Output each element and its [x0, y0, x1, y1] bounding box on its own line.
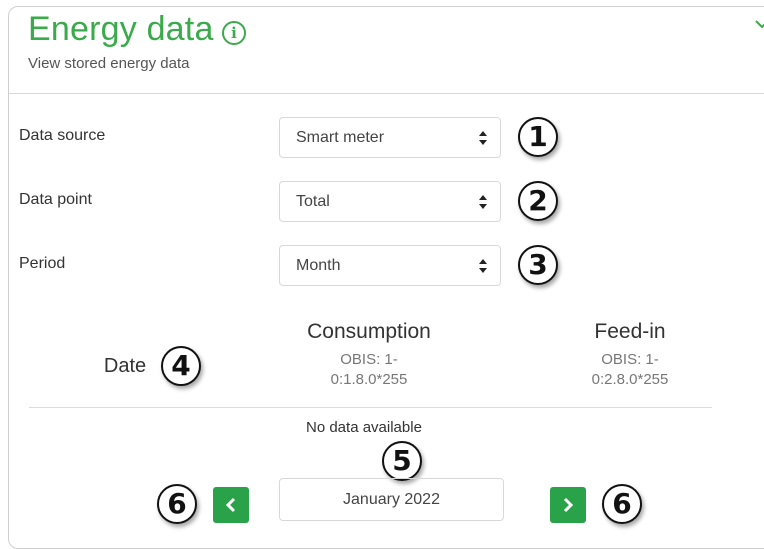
- chevron-left-icon: [225, 497, 236, 513]
- empty-table-message: No data available: [306, 419, 422, 436]
- page-subtitle: View stored energy data: [28, 55, 190, 72]
- info-icon[interactable]: i: [222, 21, 246, 45]
- callout-2: 2: [518, 181, 558, 221]
- previous-period-button[interactable]: [213, 487, 249, 523]
- select-arrows-icon: [479, 195, 487, 209]
- data-source-value: Smart meter: [296, 129, 385, 146]
- consumption-obis-line2: 0:1.8.0*255: [330, 371, 408, 388]
- feedin-obis-line2: 0:2.8.0*255: [591, 371, 669, 388]
- data-source-select[interactable]: Smart meter: [279, 117, 501, 158]
- callout-4: 4: [161, 346, 201, 386]
- callout-6-right: 6: [602, 484, 642, 524]
- feedin-obis: OBIS: 1- 0:2.8.0*255: [537, 350, 723, 390]
- period-select[interactable]: Month: [279, 245, 501, 286]
- consumption-obis: OBIS: 1- 0:1.8.0*255: [276, 350, 462, 390]
- column-header-feedin: Feed-in: [594, 320, 666, 343]
- column-header-date: Date: [103, 355, 147, 377]
- select-arrows-icon: [479, 259, 487, 273]
- data-point-label: Data point: [19, 191, 92, 208]
- chevron-down-icon[interactable]: [755, 13, 764, 34]
- callout-6-left: 6: [157, 484, 197, 524]
- callout-1: 1: [518, 117, 558, 157]
- select-arrows-icon: [479, 131, 487, 145]
- period-value: Month: [296, 257, 341, 274]
- data-source-label: Data source: [19, 127, 106, 144]
- callout-3: 3: [518, 245, 558, 285]
- column-header-consumption: Consumption: [307, 320, 431, 343]
- card-header: Energy data i View stored energy data: [9, 7, 764, 94]
- data-point-value: Total: [296, 193, 330, 210]
- period-label: Period: [19, 255, 66, 272]
- callout-5: 5: [382, 441, 422, 481]
- data-point-select[interactable]: Total: [279, 181, 501, 222]
- current-period-display[interactable]: January 2022: [279, 478, 504, 521]
- page-title: Energy data: [28, 10, 214, 48]
- table-divider: [29, 407, 712, 408]
- next-period-button[interactable]: [550, 487, 586, 523]
- feedin-obis-line1: OBIS: 1-: [601, 351, 659, 368]
- consumption-obis-line1: OBIS: 1-: [340, 351, 398, 368]
- chevron-right-icon: [563, 497, 574, 513]
